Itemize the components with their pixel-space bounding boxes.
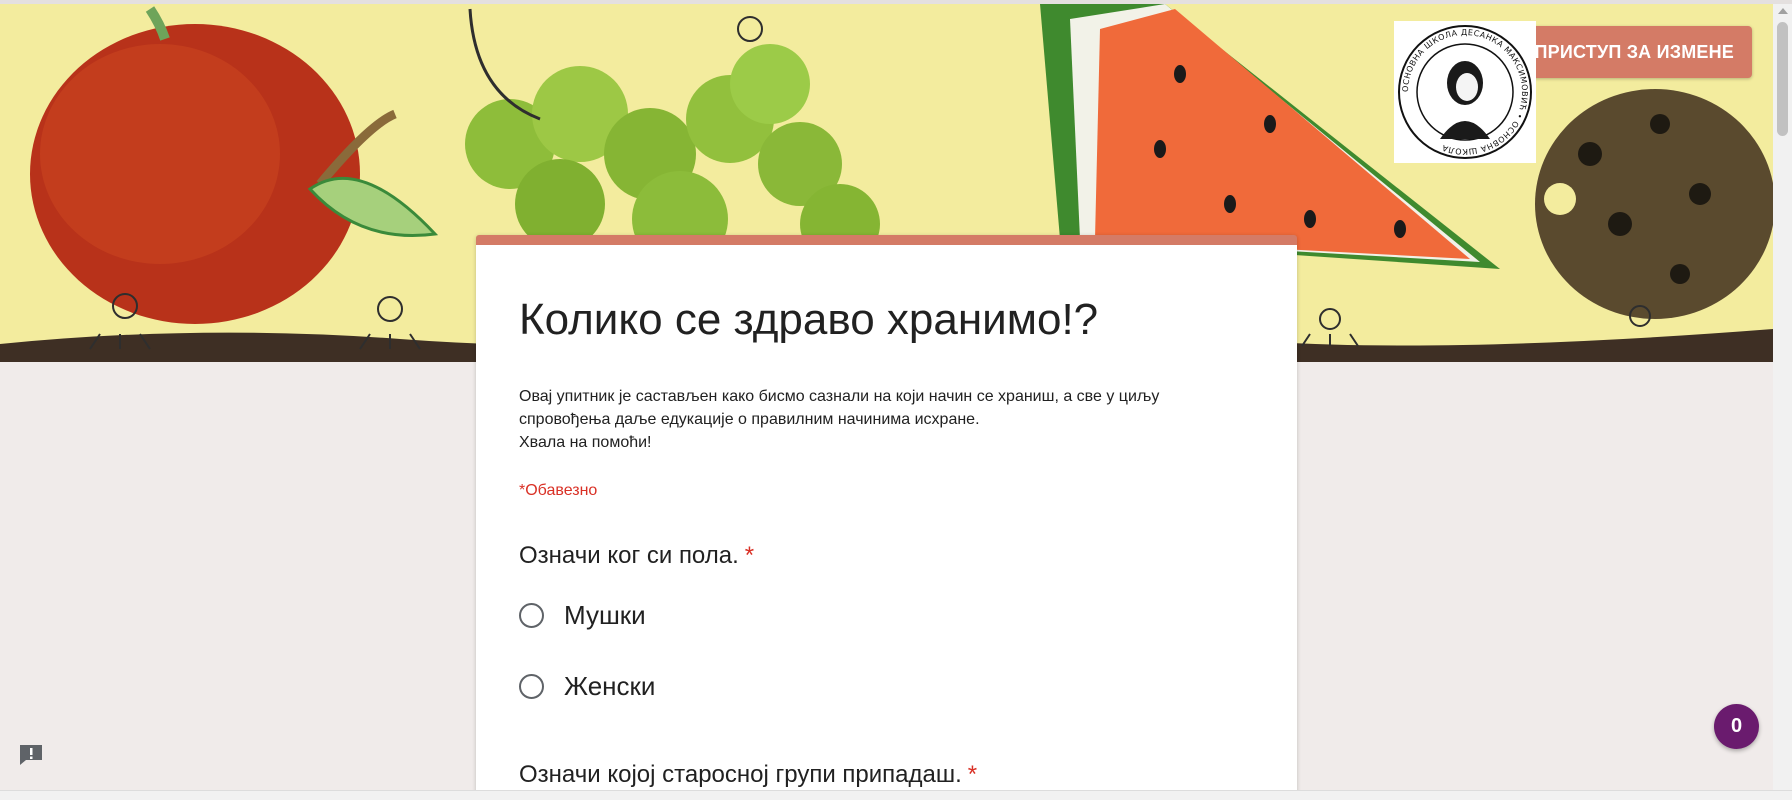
required-asterisk: *: [744, 542, 755, 569]
scroll-up-arrow-icon[interactable]: [1778, 8, 1788, 14]
form-card: Колико се здраво хранимо!? Овај упитник …: [476, 235, 1297, 800]
option-male[interactable]: Мушки: [519, 600, 646, 631]
form-title: Колико се здраво хранимо!?: [519, 295, 1099, 344]
form-description-line: спровођења даље едукације о правилним на…: [519, 411, 980, 428]
form-page: ЗАТРАЖИ ПРИСТУП ЗА ИЗМЕНЕ ОСНОВНА ШКОЛА …: [0, 0, 1792, 800]
counter-badge[interactable]: 0: [1714, 704, 1759, 749]
horizontal-scrollbar[interactable]: [0, 790, 1792, 800]
vertical-scrollbar[interactable]: [1773, 4, 1792, 794]
report-feedback-icon[interactable]: [18, 743, 44, 766]
question-age-group: Означи којој старосној групи припадаш. *: [519, 761, 977, 789]
question-gender: Означи ког си пола. *: [519, 542, 754, 570]
option-label[interactable]: Женски: [564, 671, 655, 702]
school-seal-icon: ОСНОВНА ШКОЛА ДЕСАНКА МАКСИМОВИЋ • ОСНОВ…: [1398, 25, 1532, 159]
required-note: *Обавезно: [519, 482, 598, 499]
option-label[interactable]: Мушки: [564, 600, 646, 631]
radio-button[interactable]: [519, 674, 544, 699]
request-edit-access-button[interactable]: ЗАТРАЖИ ПРИСТУП ЗА ИЗМЕНЕ: [1500, 26, 1752, 78]
form-description: Овај упитник је састављен како бисмо саз…: [519, 385, 1239, 454]
radio-button[interactable]: [519, 603, 544, 628]
form-description-line: Хвала на помоћи!: [519, 434, 652, 451]
question-text: Означи ког си пола.: [519, 542, 739, 569]
required-asterisk: *: [967, 761, 978, 788]
scroll-thumb[interactable]: [1777, 22, 1788, 136]
question-text: Означи којој старосној групи припадаш.: [519, 761, 962, 788]
option-female[interactable]: Женски: [519, 671, 655, 702]
form-description-line: Овај упитник је састављен како бисмо саз…: [519, 388, 1160, 405]
school-logo: ОСНОВНА ШКОЛА ДЕСАНКА МАКСИМОВИЋ • ОСНОВ…: [1394, 21, 1536, 163]
